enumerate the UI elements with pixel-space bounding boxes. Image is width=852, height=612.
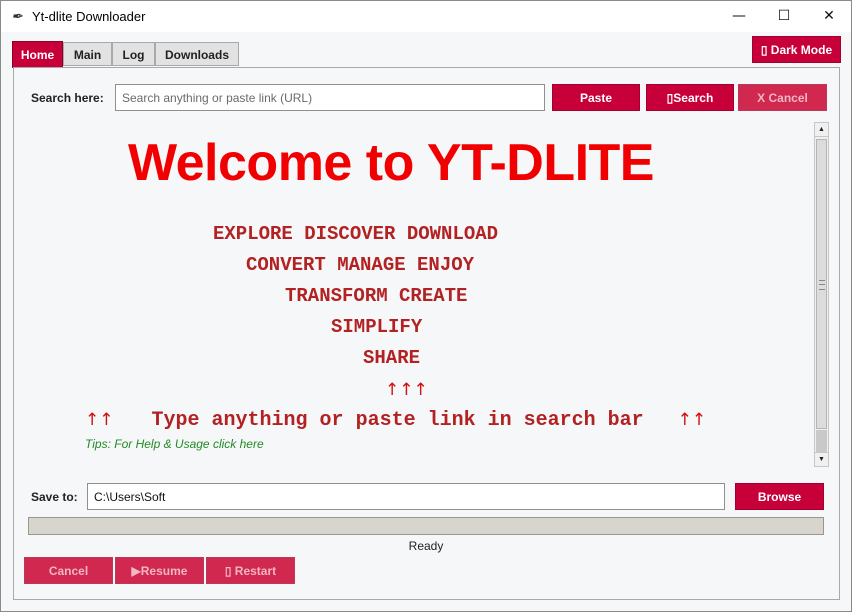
tagline-line-1: EXPLORE DISCOVER DOWNLOAD	[213, 223, 499, 245]
resume-button[interactable]: ▶Resume	[115, 557, 204, 584]
tagline-line-3: TRANSFORM CREATE	[285, 285, 468, 307]
welcome-heading: Welcome to YT-DLITE	[128, 134, 655, 192]
restart-button[interactable]: ▯ Restart	[206, 557, 295, 584]
instruction-text: Type anything or paste link in search ba…	[151, 409, 644, 432]
browse-button[interactable]: Browse	[735, 483, 824, 510]
help-link[interactable]: Tips: For Help & Usage click here	[85, 437, 264, 451]
tab-home[interactable]: Home	[12, 41, 63, 68]
tab-log[interactable]: Log	[112, 42, 155, 66]
tagline-line-2: CONVERT MANAGE ENJOY	[246, 254, 475, 276]
feather-icon: ✒	[11, 8, 23, 24]
cancel-download-button[interactable]: Cancel	[24, 557, 113, 584]
scroll-down-icon[interactable]: ▼	[815, 452, 828, 466]
tab-downloads[interactable]: Downloads	[155, 42, 239, 66]
content-scrollbar[interactable]: ▲ ▼	[814, 122, 829, 467]
tab-main[interactable]: Main	[63, 42, 112, 66]
scroll-up-icon[interactable]: ▲	[815, 123, 828, 137]
up-arrows-icon: ↑↑↑	[385, 380, 428, 400]
search-button[interactable]: ▯Search	[646, 84, 734, 111]
up-arrows-left-icon: ↑↑	[85, 410, 114, 430]
scrollbar-track[interactable]	[816, 430, 827, 452]
save-path-input[interactable]	[87, 483, 725, 510]
search-label: Search here:	[31, 91, 104, 105]
scrollbar-thumb[interactable]	[816, 139, 827, 429]
title-bar: ✒ Yt-dlite Downloader — ☐ ✕	[1, 1, 851, 32]
search-input[interactable]	[115, 84, 545, 111]
status-text: Ready	[408, 539, 444, 553]
search-instruction: ↑↑ Type anything or paste link in search…	[85, 409, 706, 432]
minimize-button[interactable]: —	[716, 1, 762, 32]
tagline-line-4: SIMPLIFY	[331, 316, 423, 338]
close-button[interactable]: ✕	[806, 1, 852, 32]
paste-button[interactable]: Paste	[552, 84, 640, 111]
grip-icon	[819, 280, 825, 290]
save-label: Save to:	[31, 490, 78, 504]
search-cancel-button[interactable]: X Cancel	[738, 84, 827, 111]
dark-mode-button[interactable]: ▯ Dark Mode	[752, 36, 841, 63]
download-progress-bar	[28, 517, 824, 535]
maximize-button[interactable]: ☐	[761, 1, 807, 32]
window-title: Yt-dlite Downloader	[32, 9, 146, 24]
up-arrows-right-icon: ↑↑	[677, 410, 707, 430]
tagline-line-5: SHARE	[363, 347, 421, 369]
